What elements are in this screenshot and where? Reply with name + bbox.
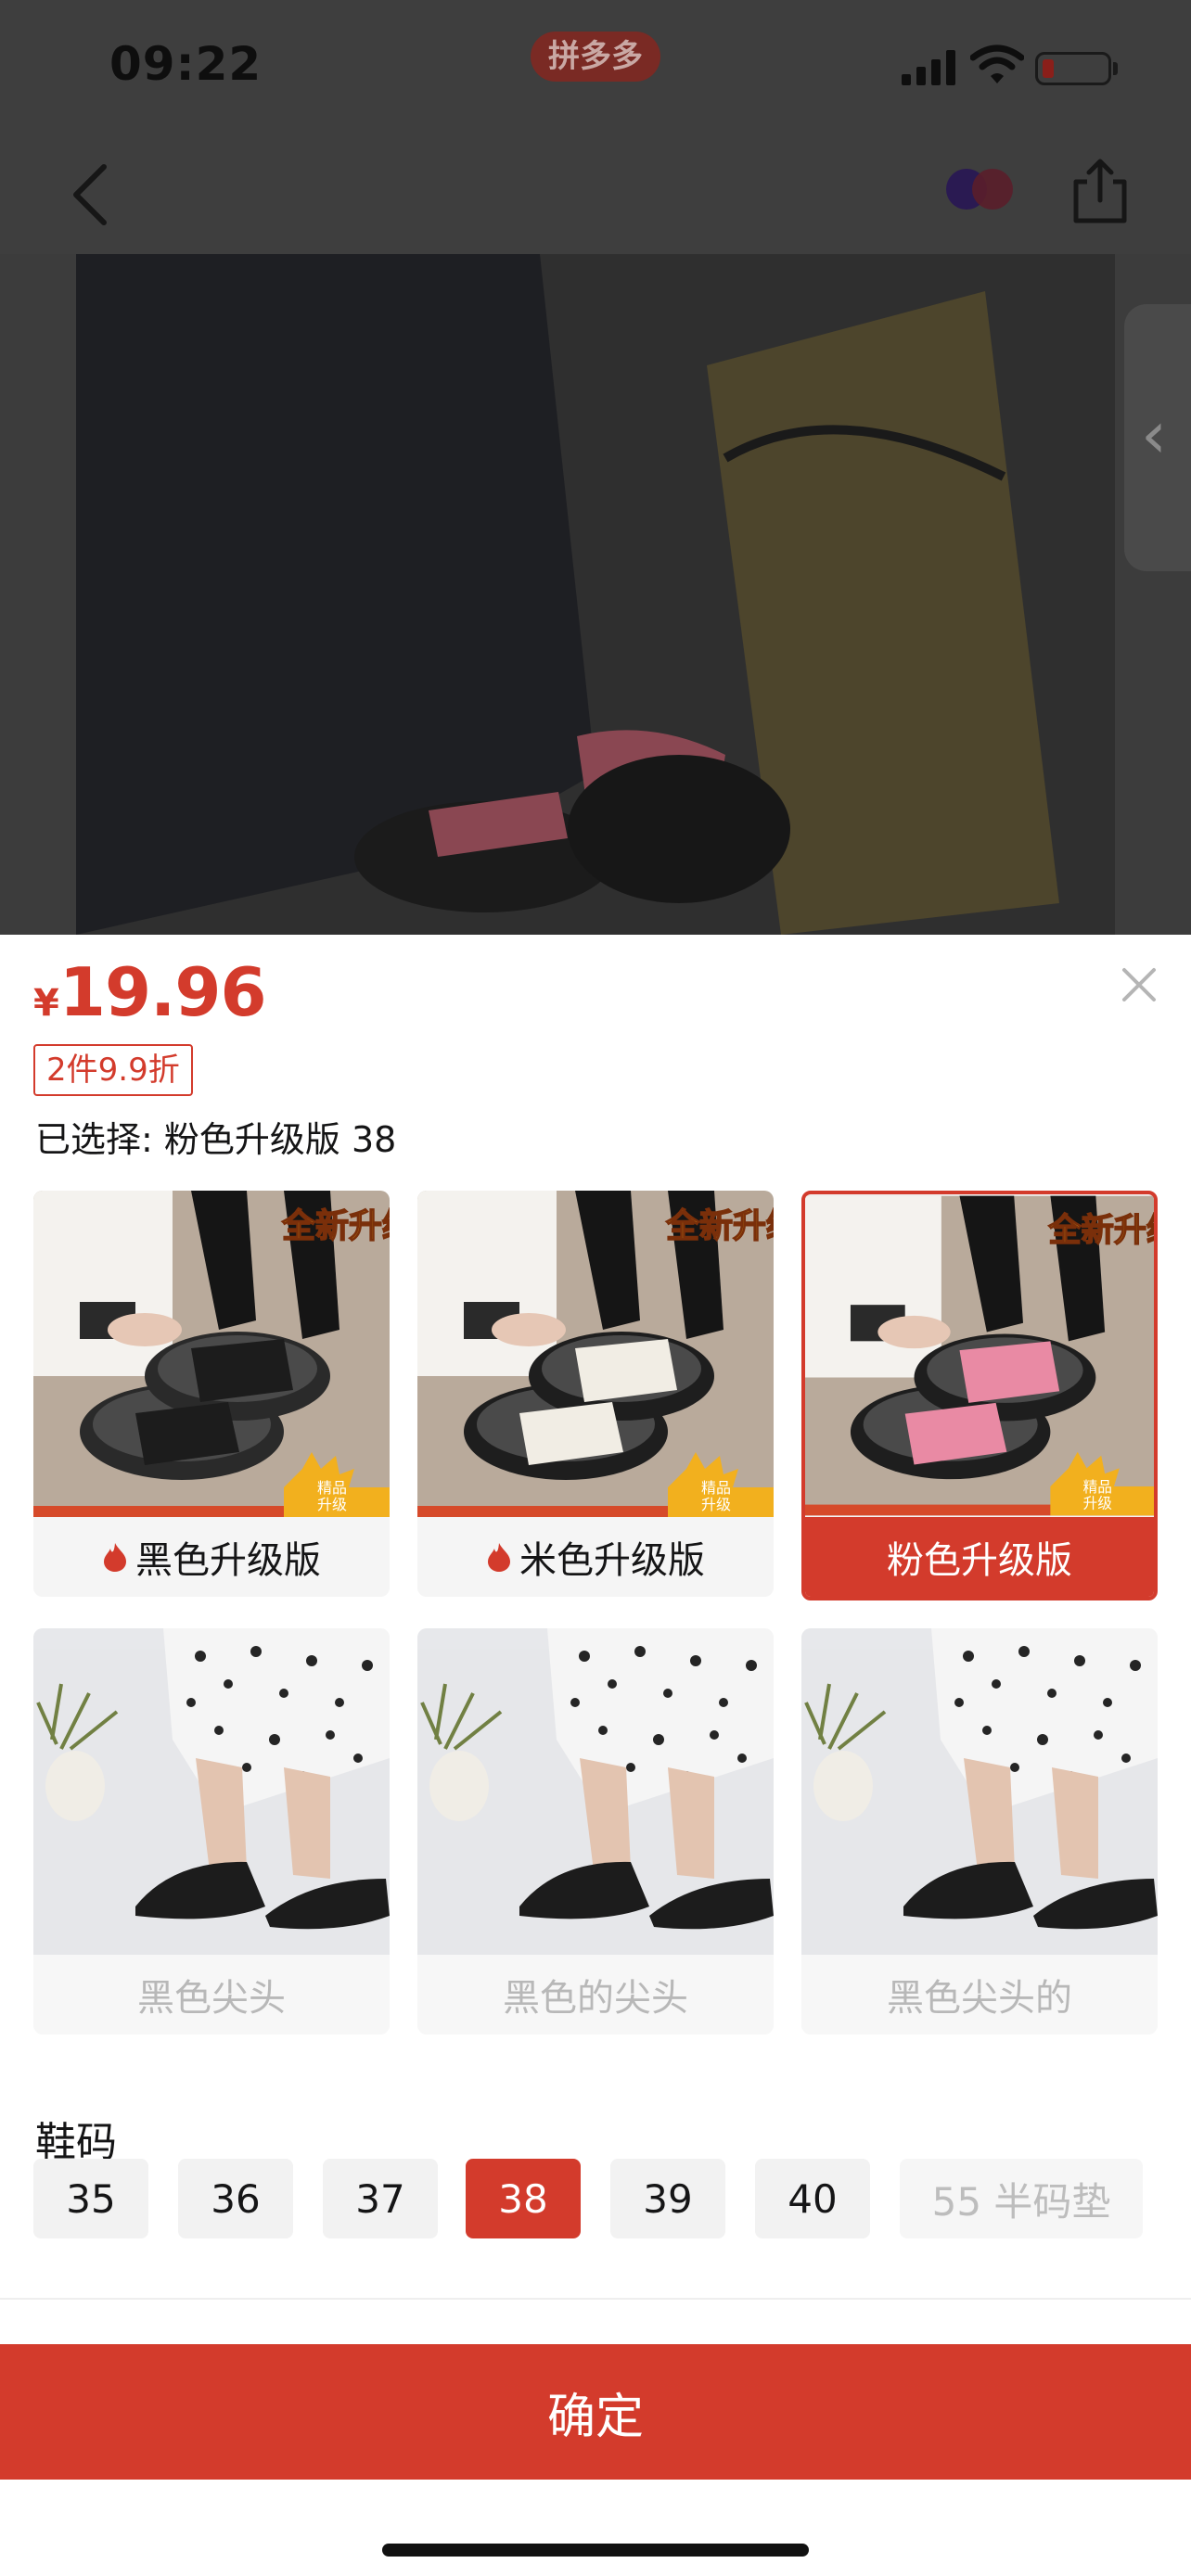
variant-badge-small: 精品 [317,1480,347,1497]
variant-badge: 全新升级 [281,1206,390,1244]
sku-selector-sheet: ¥19.96 2件9.9折 已选择: 粉色升级版 38 精品升级全新升级黑色升级… [0,935,1191,2576]
svg-text:升级: 升级 [317,1497,347,1513]
battery-icon [1035,52,1111,85]
close-icon[interactable] [1117,963,1161,1007]
size-option-chip[interactable]: 39 [610,2159,725,2238]
back-arrow-icon[interactable] [61,158,126,232]
variant-label: 米色升级版 [417,1517,774,1597]
discount-tag: 2件9.9折 [33,1044,193,1096]
product-page-background: 09:22 拼多多 ‹ [0,0,1191,935]
status-bar: 09:22 拼多多 [0,0,1191,130]
home-indicator [382,2544,809,2557]
variant-option[interactable]: 黑色尖头 [33,1628,390,2034]
fire-icon [104,1543,126,1572]
size-option-chip[interactable]: 37 [323,2159,438,2238]
confirm-button[interactable]: 确定 [0,2344,1191,2480]
side-panel-handle[interactable]: ‹ [1124,304,1191,571]
size-option-chip[interactable]: 38 [466,2159,581,2238]
variant-label-text: 米色升级版 [519,1539,705,1582]
variant-label-text: 黑色尖头的 [887,1977,1072,2020]
variant-thumbnail [33,1628,390,1955]
selected-summary: 已选择: 粉色升级版 38 [35,1119,397,1160]
size-option-chip[interactable]: 36 [178,2159,293,2238]
share-icon[interactable] [1069,156,1132,226]
variant-thumbnail: 精品升级 全新升级 [417,1191,774,1517]
size-option-chip[interactable]: 40 [755,2159,870,2238]
variant-label: 黑色升级版 [33,1517,390,1597]
variant-option[interactable]: 精品升级 全新升级粉色升级版 [801,1191,1158,1600]
variant-badge-small: 精品 [701,1480,731,1497]
app-indicator-pill: 拼多多 [531,32,660,82]
size-option-chip[interactable]: 35 [33,2159,148,2238]
variant-label-text: 粉色升级版 [887,1539,1072,1582]
svg-text:升级: 升级 [1083,1496,1113,1512]
variant-thumbnail [801,1628,1158,1955]
brand-circles-icon[interactable] [944,165,1015,213]
chevron-left-icon: ‹ [1141,397,1167,473]
variant-label: 黑色尖头的 [801,1955,1158,2034]
divider [0,2298,1191,2300]
status-time: 09:22 [109,37,263,91]
product-main-photo [76,254,1115,935]
fire-icon [488,1543,510,1572]
price: ¥19.96 [33,953,267,1031]
variant-thumbnail: 精品升级 全新升级 [33,1191,390,1517]
variant-option[interactable]: 黑色尖头的 [801,1628,1158,2034]
variant-label: 黑色的尖头 [417,1955,774,2034]
variant-label-text: 黑色的尖头 [503,1977,688,2020]
size-option-disabled[interactable]: 55 半码垫 [900,2159,1143,2238]
svg-text:升级: 升级 [701,1497,731,1513]
variant-badge: 全新升级 [1047,1212,1154,1249]
variant-label-text: 黑色升级版 [135,1539,321,1582]
variant-option[interactable]: 黑色的尖头 [417,1628,774,2034]
variant-thumbnail: 精品升级全新升级 [805,1194,1154,1517]
currency-symbol: ¥ [33,982,59,1025]
variant-option[interactable]: 精品升级 全新升级黑色升级版 [33,1191,390,1597]
variant-badge: 全新升级 [665,1206,774,1244]
signal-icon [902,48,957,85]
variant-option[interactable]: 精品升级 全新升级米色升级版 [417,1191,774,1597]
variant-label: 粉色升级版 [805,1517,1154,1597]
wifi-icon [970,45,1024,83]
price-value: 19.96 [58,953,267,1031]
variant-badge-small: 精品 [1083,1479,1112,1496]
variant-label-text: 黑色尖头 [137,1977,286,2020]
variant-thumbnail [417,1628,774,1955]
variant-label: 黑色尖头 [33,1955,390,2034]
